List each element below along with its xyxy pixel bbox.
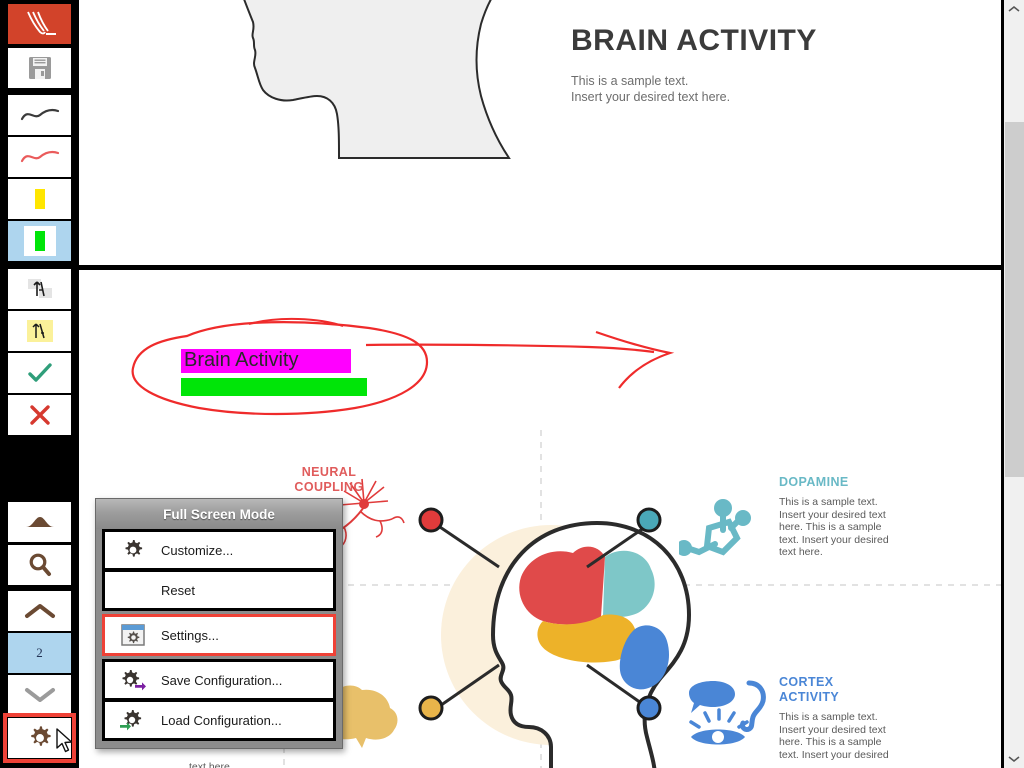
previous-page-button[interactable]: [8, 591, 71, 631]
cortex-body: This is a sample text. Insert your desir…: [779, 711, 889, 761]
vertical-scrollbar[interactable]: [1003, 0, 1024, 768]
menu-item-save-configuration-label: Save Configuration...: [161, 672, 283, 688]
menu-item-customize[interactable]: Customize...: [105, 532, 333, 568]
triangle-up-icon: [25, 517, 54, 527]
red-pen-stroke-icon: [20, 150, 59, 163]
green-highlighter-swatch-bg: [23, 226, 56, 256]
slide-body-line-2: Insert your desired text here.: [571, 90, 731, 104]
neural-coupling-label-line-1: NEURAL: [301, 465, 357, 479]
section-dopamine: DOPAMINE This is a sample text. Insert y…: [779, 475, 904, 559]
chevron-up-icon: [1008, 5, 1020, 12]
menu-title: Full Screen Mode: [96, 499, 342, 529]
mouse-cursor: [56, 728, 73, 753]
chevron-up-icon: [24, 604, 55, 618]
node-dopamine: [636, 507, 662, 533]
menu-group-top: Customize... Reset: [102, 529, 336, 611]
green-highlighter-icon: [34, 231, 45, 251]
neural-coupling-label-line-2: COUPLING: [294, 480, 364, 494]
menu-group-bottom: Save Configuration... Load Configuration…: [102, 659, 336, 741]
senses-icon: [689, 680, 766, 745]
magnifier-icon: [29, 553, 51, 576]
text-marker-icon-bg: [26, 320, 53, 342]
exit-annotation-button[interactable]: [8, 4, 71, 44]
yellow-highlighter-icon: [34, 189, 45, 209]
node-cortex-activity: [636, 695, 662, 721]
menu-item-settings[interactable]: Settings...: [102, 614, 336, 656]
pen-red-button[interactable]: [8, 137, 71, 177]
highlighter-yellow-button[interactable]: [8, 179, 71, 219]
page-number-button[interactable]: 2: [8, 633, 71, 673]
text-marker-icon: [31, 323, 45, 339]
menu-item-reset-label: Reset: [161, 582, 195, 598]
gear-save-icon: [105, 668, 161, 692]
save-button[interactable]: [8, 48, 71, 88]
chevron-down-icon: [1008, 756, 1020, 763]
gear-icon: [30, 726, 51, 746]
dopamine-body: This is a sample text. Insert your desir…: [779, 496, 889, 558]
reject-button[interactable]: [8, 395, 71, 435]
menu-item-settings-label: Settings...: [161, 627, 219, 643]
gear-window-icon: [105, 623, 161, 647]
first-page-button[interactable]: [8, 502, 71, 542]
pen-exit-icon: [26, 11, 56, 35]
menu-item-save-configuration[interactable]: Save Configuration...: [105, 662, 333, 698]
accept-button[interactable]: [8, 353, 71, 393]
highlighter-green-button[interactable]: [8, 221, 71, 261]
menu-item-load-configuration[interactable]: Load Configuration...: [105, 702, 333, 738]
slide-top[interactable]: BRAIN ACTIVITY This is a sample text. In…: [79, 0, 1003, 270]
eraser-button[interactable]: [8, 269, 71, 309]
gear-icon: [105, 538, 161, 562]
menu-item-customize-label: Customize...: [161, 542, 234, 558]
chevron-down-icon: [24, 688, 55, 702]
pen-black-button[interactable]: [8, 95, 71, 135]
scroll-down-button[interactable]: [1004, 750, 1024, 768]
dopamine-label: DOPAMINE: [779, 475, 849, 489]
menu-item-reset[interactable]: Reset: [105, 572, 333, 608]
eraser-icon: [27, 279, 52, 298]
cross-icon: [29, 405, 50, 425]
application-window: BRAIN ACTIVITY This is a sample text. In…: [0, 0, 1024, 768]
page-number-label: 2: [36, 645, 43, 660]
head-silhouette-image: [243, 0, 511, 159]
cortex-label-line-2: ACTIVITY: [779, 690, 840, 704]
floppy-save-icon: [28, 57, 51, 79]
text-highlight-button[interactable]: [8, 311, 71, 351]
memory-body-partial: text here.: [189, 761, 233, 768]
full-screen-mode-menu[interactable]: Full Screen Mode Customize... Reset Sett…: [95, 498, 343, 749]
section-cortex-activity: CORTEX ACTIVITY This is a sample text. I…: [779, 675, 904, 761]
black-pen-stroke-icon: [20, 108, 59, 121]
scrollbar-thumb[interactable]: [1005, 122, 1024, 477]
slide-body-text: This is a sample text. Insert your desir…: [571, 73, 730, 105]
scroll-up-button[interactable]: [1004, 0, 1024, 18]
annotation-toolbar[interactable]: 2: [0, 0, 79, 768]
next-page-button[interactable]: [8, 675, 71, 715]
molecule-icon: [679, 499, 751, 556]
section-label-neural-coupling: NEURAL COUPLING: [269, 465, 389, 495]
cortex-label-line-1: CORTEX: [779, 675, 834, 689]
gear-load-icon: [105, 708, 161, 732]
slide-body-line-1: This is a sample text.: [571, 74, 689, 88]
check-icon: [27, 363, 52, 382]
menu-item-load-configuration-label: Load Configuration...: [161, 712, 282, 728]
page-title: BRAIN ACTIVITY: [571, 24, 817, 57]
zoom-button[interactable]: [8, 545, 71, 585]
